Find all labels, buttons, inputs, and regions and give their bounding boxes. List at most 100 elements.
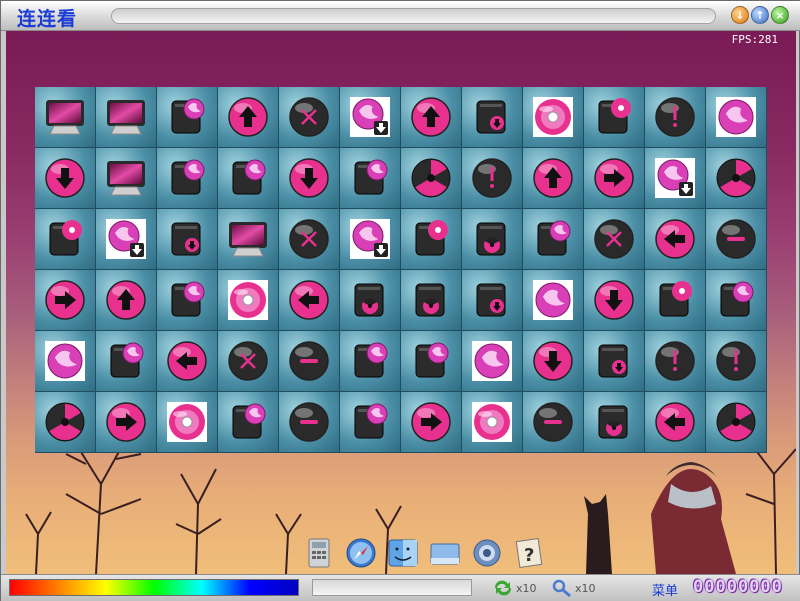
tile-disk-down[interactable] <box>157 209 218 270</box>
tile-down[interactable] <box>584 270 645 331</box>
tile-excl[interactable] <box>462 148 523 209</box>
minus-icon <box>289 402 329 442</box>
tile-disk-down[interactable] <box>462 270 523 331</box>
tile-up[interactable] <box>401 87 462 148</box>
tile-monitor[interactable] <box>96 87 157 148</box>
tile-monitor[interactable] <box>96 148 157 209</box>
disk-globe-icon <box>354 342 388 378</box>
tile-disk-down[interactable] <box>584 331 645 392</box>
tile-disk-radiation[interactable] <box>401 270 462 331</box>
tile-disk-globe[interactable] <box>157 148 218 209</box>
tile-cd[interactable] <box>462 392 523 453</box>
game-board <box>35 87 767 453</box>
tile-disk-globe[interactable] <box>340 331 401 392</box>
maximize-button[interactable]: ↑ <box>751 6 769 24</box>
tile-left[interactable] <box>279 270 340 331</box>
tile-disk-globe[interactable] <box>401 331 462 392</box>
tile-right[interactable] <box>35 270 96 331</box>
dock-item-settings-gear[interactable] <box>470 536 504 570</box>
tile-x[interactable] <box>279 87 340 148</box>
tile-disk-globe[interactable] <box>706 270 767 331</box>
tile-globe[interactable] <box>706 87 767 148</box>
dock-item-calculator[interactable] <box>302 536 336 570</box>
dock-item-safari[interactable] <box>344 536 378 570</box>
tile-left[interactable] <box>645 209 706 270</box>
tile-cd[interactable] <box>523 87 584 148</box>
tile-disk-radiation[interactable] <box>584 392 645 453</box>
dock-item-drive[interactable] <box>428 536 462 570</box>
tile-left[interactable] <box>645 392 706 453</box>
tile-right[interactable] <box>401 392 462 453</box>
dock-bar: ? <box>302 536 546 570</box>
close-button[interactable]: × <box>771 6 789 24</box>
tile-globe[interactable] <box>462 331 523 392</box>
tile-disk-globe[interactable] <box>218 392 279 453</box>
left-icon <box>167 341 207 381</box>
tile-up[interactable] <box>96 270 157 331</box>
dock-item-finder[interactable] <box>386 536 420 570</box>
tile-x[interactable] <box>279 209 340 270</box>
tile-radiation[interactable] <box>706 148 767 209</box>
tile-up[interactable] <box>523 148 584 209</box>
tile-globe-down[interactable] <box>340 209 401 270</box>
tile-disk-globe[interactable] <box>340 148 401 209</box>
tile-disk-radiation[interactable] <box>340 270 401 331</box>
tile-minus[interactable] <box>706 209 767 270</box>
disk-globe-icon <box>171 281 205 317</box>
tile-disk-cd[interactable] <box>645 270 706 331</box>
game-window: 连连看 ↓ ↑ × FPS:281 ? x10 x10 菜单 00000000 <box>0 0 800 601</box>
tile-disk-radiation[interactable] <box>462 209 523 270</box>
tile-radiation[interactable] <box>706 392 767 453</box>
x-icon <box>228 341 268 381</box>
minimize-button[interactable]: ↓ <box>731 6 749 24</box>
tile-excl[interactable] <box>706 331 767 392</box>
tile-disk-globe[interactable] <box>96 331 157 392</box>
tile-disk-globe[interactable] <box>218 148 279 209</box>
tile-minus[interactable] <box>523 392 584 453</box>
tile-disk-globe[interactable] <box>340 392 401 453</box>
tile-disk-down[interactable] <box>462 87 523 148</box>
monitor-icon <box>107 161 145 196</box>
tile-radiation[interactable] <box>35 392 96 453</box>
globe-icon <box>716 97 756 137</box>
tile-globe-down[interactable] <box>96 209 157 270</box>
hint-count: x10 <box>575 581 596 595</box>
tile-cd[interactable] <box>157 392 218 453</box>
tile-monitor[interactable] <box>218 209 279 270</box>
tile-down[interactable] <box>279 148 340 209</box>
tile-globe[interactable] <box>35 331 96 392</box>
dock-item-help[interactable]: ? <box>512 536 546 570</box>
monitor-icon <box>229 222 267 257</box>
tile-excl[interactable] <box>645 87 706 148</box>
disk-cd-icon <box>659 281 692 317</box>
tile-globe-down[interactable] <box>645 148 706 209</box>
tile-disk-globe[interactable] <box>157 87 218 148</box>
up-icon <box>411 97 451 137</box>
tile-left[interactable] <box>157 331 218 392</box>
tile-disk-globe[interactable] <box>157 270 218 331</box>
tile-right[interactable] <box>96 392 157 453</box>
tile-monitor[interactable] <box>35 87 96 148</box>
menu-button[interactable]: 菜单 <box>652 580 678 599</box>
tile-up[interactable] <box>218 87 279 148</box>
tile-radiation[interactable] <box>401 148 462 209</box>
status-groove <box>312 579 472 596</box>
tile-down[interactable] <box>523 331 584 392</box>
tile-disk-cd[interactable] <box>401 209 462 270</box>
tile-disk-globe[interactable] <box>523 209 584 270</box>
tile-globe-down[interactable] <box>340 87 401 148</box>
tile-excl[interactable] <box>645 331 706 392</box>
tile-disk-cd[interactable] <box>584 87 645 148</box>
window-controls: ↓ ↑ × <box>731 6 789 24</box>
tile-globe[interactable] <box>523 270 584 331</box>
tile-cd[interactable] <box>218 270 279 331</box>
hint-tool[interactable]: x10 <box>551 579 596 597</box>
tile-minus[interactable] <box>279 392 340 453</box>
tile-disk-cd[interactable] <box>35 209 96 270</box>
tile-x[interactable] <box>584 209 645 270</box>
tile-x[interactable] <box>218 331 279 392</box>
refresh-tool[interactable]: x10 <box>492 579 537 597</box>
tile-right[interactable] <box>584 148 645 209</box>
tile-down[interactable] <box>35 148 96 209</box>
tile-minus[interactable] <box>279 331 340 392</box>
